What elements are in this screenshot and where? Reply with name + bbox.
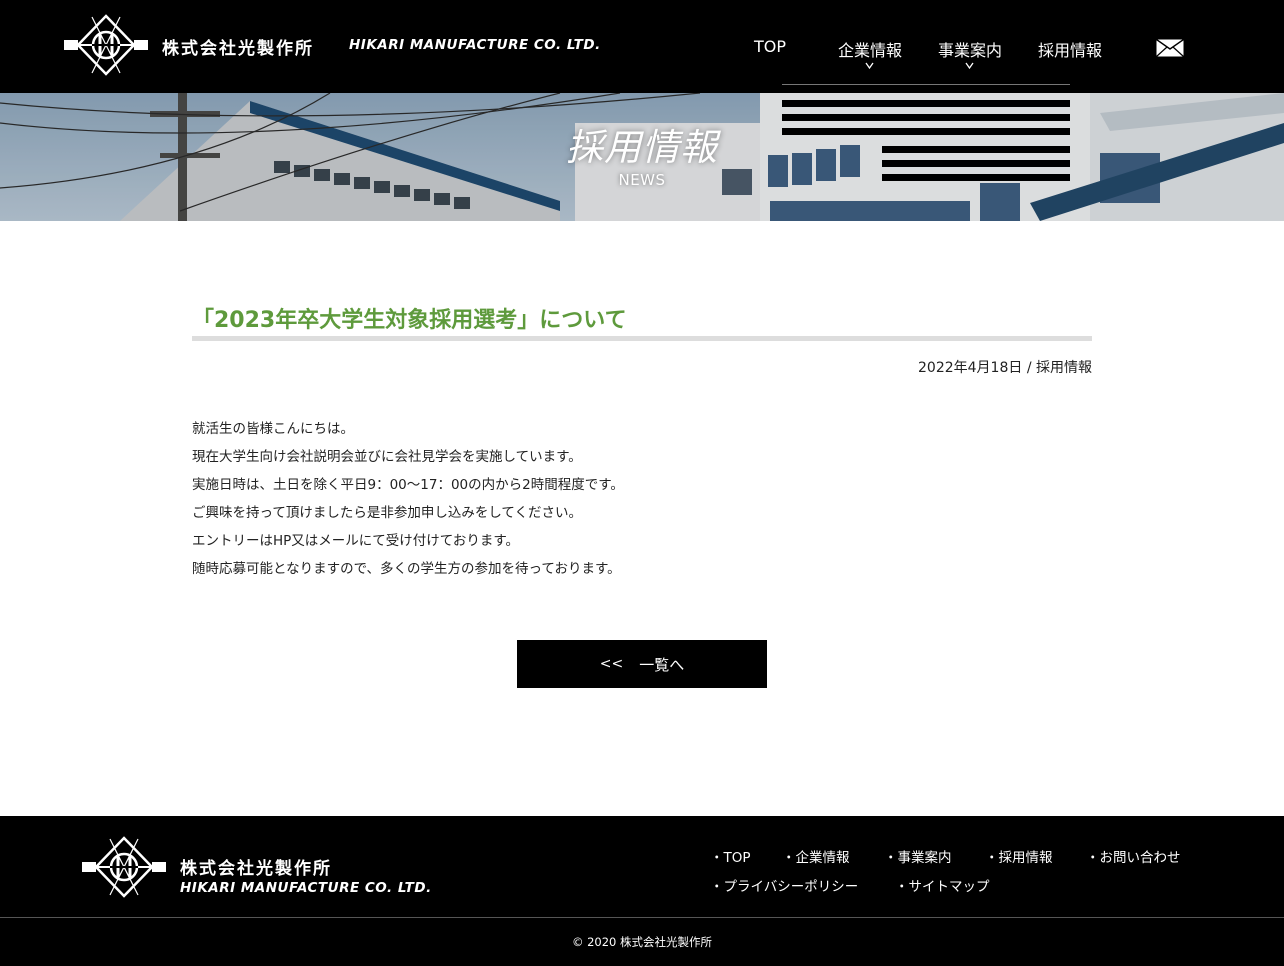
article-meta: 2022年4月18日 / 採用情報 <box>918 357 1092 377</box>
dropdown-top-border <box>782 84 1070 85</box>
article-category[interactable]: 採用情報 <box>1036 360 1092 376</box>
back-to-list-button[interactable]: << 一覧へ <box>517 640 767 688</box>
nav-top[interactable]: TOP <box>754 37 786 56</box>
hero-banner: 採用情報 NEWS <box>0 93 1284 221</box>
chevron-down-icon <box>965 62 974 70</box>
hero-title: 採用情報 <box>566 126 718 169</box>
footer-link-top[interactable]: ・TOP <box>710 846 751 866</box>
header-logo[interactable]: 株式会社光製作所 HIKARI MANUFACTURE CO. LTD. <box>62 14 600 76</box>
footer-link-business[interactable]: ・事業案内 <box>884 846 952 866</box>
footer-link-sitemap[interactable]: ・サイトマップ <box>895 875 990 895</box>
nav-company-info[interactable]: 企業情報 <box>838 37 902 61</box>
site-header: 株式会社光製作所 HIKARI MANUFACTURE CO. LTD. TOP… <box>0 0 1284 93</box>
footer-link-privacy[interactable]: ・プライバシーポリシー <box>710 875 858 895</box>
dropdown-item[interactable] <box>782 128 1070 135</box>
body-paragraph: エントリーはHP又はメールにて受け付けております。 <box>192 533 520 549</box>
hero-subtitle: NEWS <box>618 171 666 189</box>
back-arrows-icon: << <box>599 656 624 672</box>
body-paragraph: 随時応募可能となりますので、多くの学生方の参加を待っております。 <box>192 561 621 577</box>
site-footer: 株式会社光製作所 HIKARI MANUFACTURE CO. LTD. ・TO… <box>0 816 1284 966</box>
footer-company-name-en: HIKARI MANUFACTURE CO. LTD. <box>180 880 432 896</box>
meta-separator: / <box>1026 360 1032 376</box>
body-paragraph: ご興味を持って頂けましたら是非参加申し込みをしてください。 <box>192 505 583 521</box>
dropdown-item[interactable] <box>882 160 1070 167</box>
nav-business[interactable]: 事業案内 <box>938 37 1002 61</box>
footer-company-name-jp: 株式会社光製作所 <box>180 859 332 879</box>
company-name-en: HIKARI MANUFACTURE CO. LTD. <box>349 37 601 53</box>
footer-link-contact[interactable]: ・お問い合わせ <box>1086 846 1181 866</box>
body-paragraph: 現在大学生向け会社説明会並びに会社見学会を実施しています。 <box>192 449 582 465</box>
article-date: 2022年4月18日 <box>918 360 1023 376</box>
article-body: 就活生の皆様こんにちは。 現在大学生向け会社説明会並びに会社見学会を実施していま… <box>192 415 1092 583</box>
body-paragraph: 実施日時は、土日を除く平日9：00〜17：00の内から2時間程度です。 <box>192 477 624 493</box>
mail-icon[interactable] <box>1156 39 1184 57</box>
company-emblem-icon <box>64 14 148 76</box>
footer-link-recruit[interactable]: ・採用情報 <box>985 846 1053 866</box>
copyright-text: © 2020 株式会社光製作所 <box>571 935 713 949</box>
dropdown-item[interactable] <box>882 174 1070 181</box>
body-paragraph: 就活生の皆様こんにちは。 <box>192 421 354 437</box>
back-button-label: 一覧へ <box>639 655 685 674</box>
company-name-jp: 株式会社光製作所 <box>162 39 314 59</box>
article-title: 「2023年卒大学生対象採用選考」について <box>192 308 627 333</box>
dropdown-item[interactable] <box>882 146 1070 153</box>
nav-dropdown-menu <box>782 84 1070 184</box>
dropdown-item[interactable] <box>782 114 1070 121</box>
chevron-down-icon <box>865 62 874 70</box>
footer-divider <box>0 917 1284 918</box>
company-emblem-icon[interactable] <box>80 836 168 898</box>
footer-link-company-info[interactable]: ・企業情報 <box>782 846 850 866</box>
nav-recruit[interactable]: 採用情報 <box>1038 37 1102 61</box>
dropdown-item[interactable] <box>782 100 1070 107</box>
title-underline <box>192 336 1092 341</box>
